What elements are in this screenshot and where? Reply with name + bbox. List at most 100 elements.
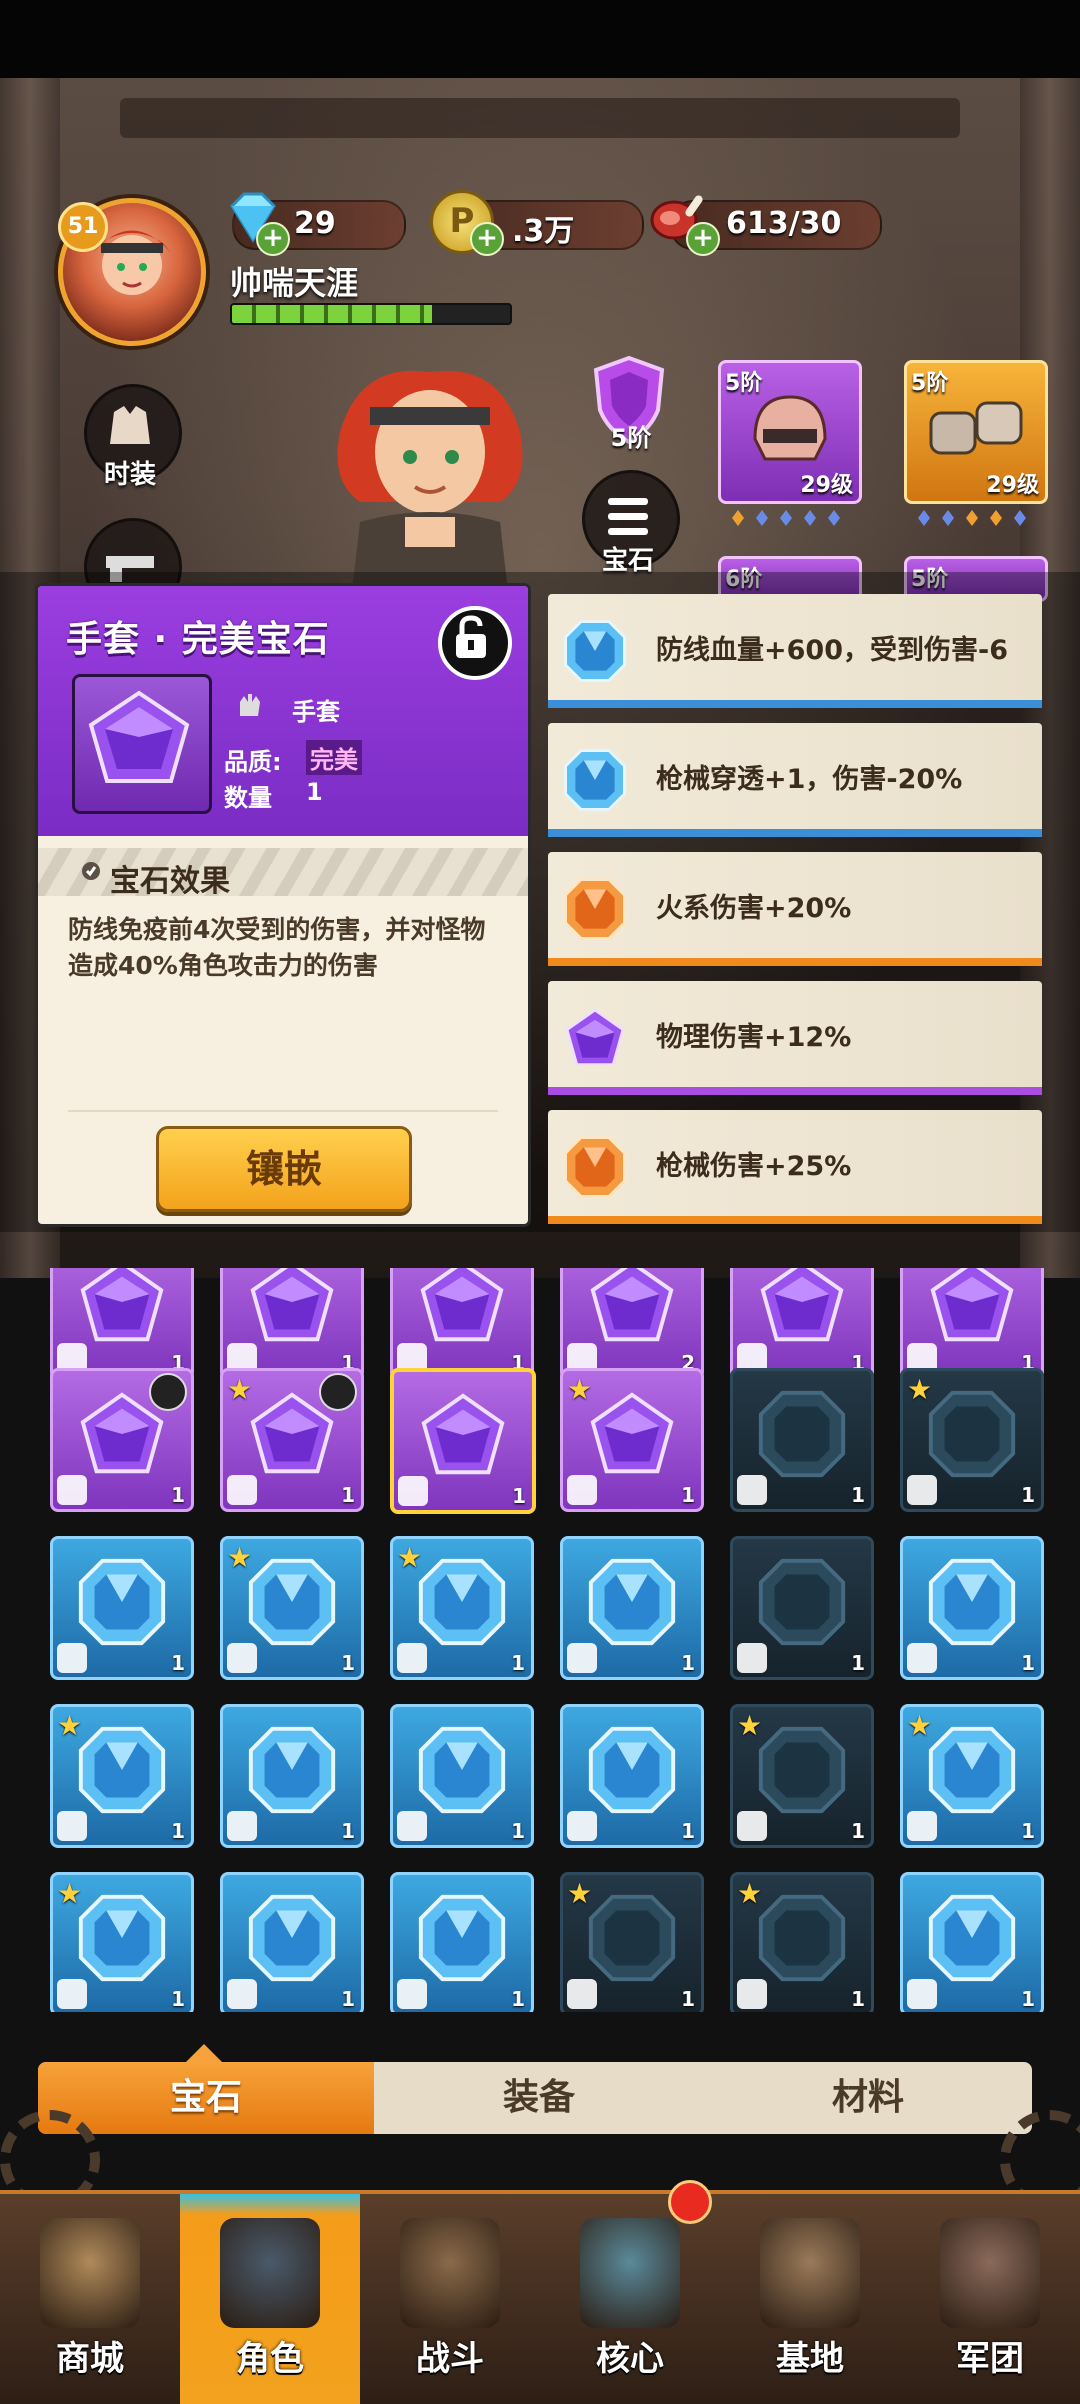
gem-cell[interactable]: 1	[50, 1368, 194, 1512]
gloves-icon	[929, 401, 1023, 455]
add-diamond-button[interactable]: +	[256, 222, 290, 256]
equipment-slot-icon	[907, 1475, 937, 1505]
orange-gem-icon	[560, 874, 630, 944]
gem-option-1[interactable]: 防线血量+600，受到伤害-6	[548, 594, 1042, 708]
star-icon: ★	[567, 1373, 593, 1406]
blue-gem-icon	[243, 1553, 341, 1655]
gem-cell[interactable]: 1	[390, 1872, 534, 2012]
notification-dot	[668, 2180, 712, 2224]
gem-cell[interactable]: 1	[50, 1268, 194, 1380]
gem-option-text: 枪械穿透+1，伤害-20%	[656, 764, 963, 795]
gem-cell[interactable]: 1	[390, 1268, 534, 1380]
equipment-slot-icon	[227, 1811, 257, 1841]
gem-cell[interactable]: 1	[900, 1536, 1044, 1680]
gem-cell[interactable]: ★ 1	[900, 1704, 1044, 1848]
nav-battle[interactable]: 战斗	[360, 2194, 540, 2404]
gem-cell[interactable]: ★ 1	[900, 1368, 1044, 1512]
gem-cell[interactable]: 1	[560, 1536, 704, 1680]
equipment-slot-gloves[interactable]: 5阶 29级	[904, 360, 1048, 504]
player-level-badge: 51	[58, 202, 108, 252]
nav-shop[interactable]: 商城	[0, 2194, 180, 2404]
gem-quantity: 1	[851, 1987, 865, 2011]
gem-cell[interactable]: 1	[50, 1536, 194, 1680]
tab-material[interactable]: 材料	[704, 2062, 1032, 2134]
equipment-slot-icon	[567, 1979, 597, 2009]
gem-option-4[interactable]: 物理伤害+12%	[548, 981, 1042, 1095]
purple-gem-icon	[923, 1268, 1021, 1355]
star-icon: ★	[57, 1709, 83, 1742]
gem-cell[interactable]: 1	[220, 1704, 364, 1848]
gem-cell[interactable]: ★ 1	[220, 1536, 364, 1680]
equipment-slot-icon	[737, 1979, 767, 2009]
gem-cell[interactable]: 1	[730, 1268, 874, 1380]
gem-quantity: 1	[341, 1987, 355, 2011]
fashion-label: 时装	[103, 460, 156, 490]
nav-base[interactable]: 基地	[720, 2194, 900, 2404]
equipment-slot-icon	[397, 1979, 427, 2009]
dark-gem-icon	[753, 1721, 851, 1823]
gem-cell[interactable]: 1	[900, 1268, 1044, 1380]
gem-quantity: 1	[171, 1483, 185, 1507]
gem-option-5[interactable]: 枪械伤害+25%	[548, 1110, 1042, 1224]
nav-legion[interactable]: 军团	[900, 2194, 1080, 2404]
bottom-nav: 商城 角色 战斗 核心 基地 军团	[0, 2190, 1080, 2404]
scene-beam	[120, 98, 960, 138]
nav-character[interactable]: 角色	[180, 2194, 360, 2404]
gem-cell[interactable]: 2	[560, 1268, 704, 1380]
equipment-slot-icon	[737, 1811, 767, 1841]
gem-option-2[interactable]: 枪械穿透+1，伤害-20%	[548, 723, 1042, 837]
gem-quantity: 1	[681, 1651, 695, 1675]
gem-cell[interactable]: 1	[560, 1704, 704, 1848]
purple-gem-icon	[583, 1268, 681, 1355]
star-icon: ★	[737, 1709, 763, 1742]
gem-quantity: 1	[1021, 1987, 1035, 2011]
add-gold-button[interactable]: +	[470, 222, 504, 256]
gem-cell[interactable]: 1	[390, 1704, 534, 1848]
add-stamina-button[interactable]: +	[686, 222, 720, 256]
gem-cell[interactable]: ★ 1	[730, 1872, 874, 2012]
star-icon: ★	[227, 1541, 253, 1574]
blue-gem-icon	[413, 1889, 511, 1991]
gem-cell[interactable]: ★ 1	[220, 1368, 364, 1512]
purple-gem-icon	[583, 1385, 681, 1487]
gem-cell[interactable]: ★ 1	[50, 1872, 194, 2012]
nav-label: 基地	[776, 2339, 844, 2379]
gem-cell[interactable]: 1	[730, 1368, 874, 1512]
star-icon: ★	[57, 1877, 83, 1910]
nav-label: 商城	[56, 2339, 124, 2379]
equipment-slot-icon	[567, 1643, 597, 1673]
gem-cell[interactable]: 1	[730, 1536, 874, 1680]
gem-cell[interactable]: 1	[220, 1872, 364, 2012]
effect-bullet-icon	[82, 862, 100, 880]
core-icon	[580, 2218, 680, 2328]
gem-cell[interactable]: ★ 1	[50, 1704, 194, 1848]
dark-gem-icon	[753, 1889, 851, 1991]
gem-option-text: 枪械伤害+25%	[656, 1151, 852, 1182]
equipment-slot-icon	[737, 1643, 767, 1673]
gem-quantity: 1	[851, 1819, 865, 1843]
equipment-slot-icon	[397, 1811, 427, 1841]
gem-quantity: 1	[171, 1819, 185, 1843]
gem-cell[interactable]: 1	[900, 1872, 1044, 2012]
gem-quantity: 1	[341, 1651, 355, 1675]
tab-gem[interactable]: 宝石	[38, 2062, 374, 2134]
gem-cell[interactable]: 1	[390, 1368, 536, 1514]
gem-option-bar	[548, 1087, 1042, 1095]
inlay-button[interactable]: 镶嵌	[156, 1126, 412, 1212]
unlock-icon[interactable]	[438, 606, 512, 680]
blue-gem-icon	[413, 1721, 511, 1823]
gem-option-text: 火系伤害+20%	[656, 893, 852, 924]
gem-cell[interactable]: ★ 1	[730, 1704, 874, 1848]
gem-cell[interactable]: ★ 1	[560, 1368, 704, 1512]
gem-option-3[interactable]: 火系伤害+20%	[548, 852, 1042, 966]
gem-cell[interactable]: ★ 1	[390, 1536, 534, 1680]
blue-gem-icon	[73, 1721, 171, 1823]
nav-core[interactable]: 核心	[540, 2194, 720, 2404]
gem-quantity: 1	[511, 1987, 525, 2011]
gem-detail-icon	[72, 674, 212, 814]
gem-cell[interactable]: 1	[220, 1268, 364, 1380]
gem-cell[interactable]: ★ 1	[560, 1872, 704, 2012]
tab-equipment[interactable]: 装备	[374, 2062, 704, 2134]
nav-label: 角色	[236, 2339, 304, 2379]
equipment-slot-helmet[interactable]: 5阶 29级	[718, 360, 862, 504]
